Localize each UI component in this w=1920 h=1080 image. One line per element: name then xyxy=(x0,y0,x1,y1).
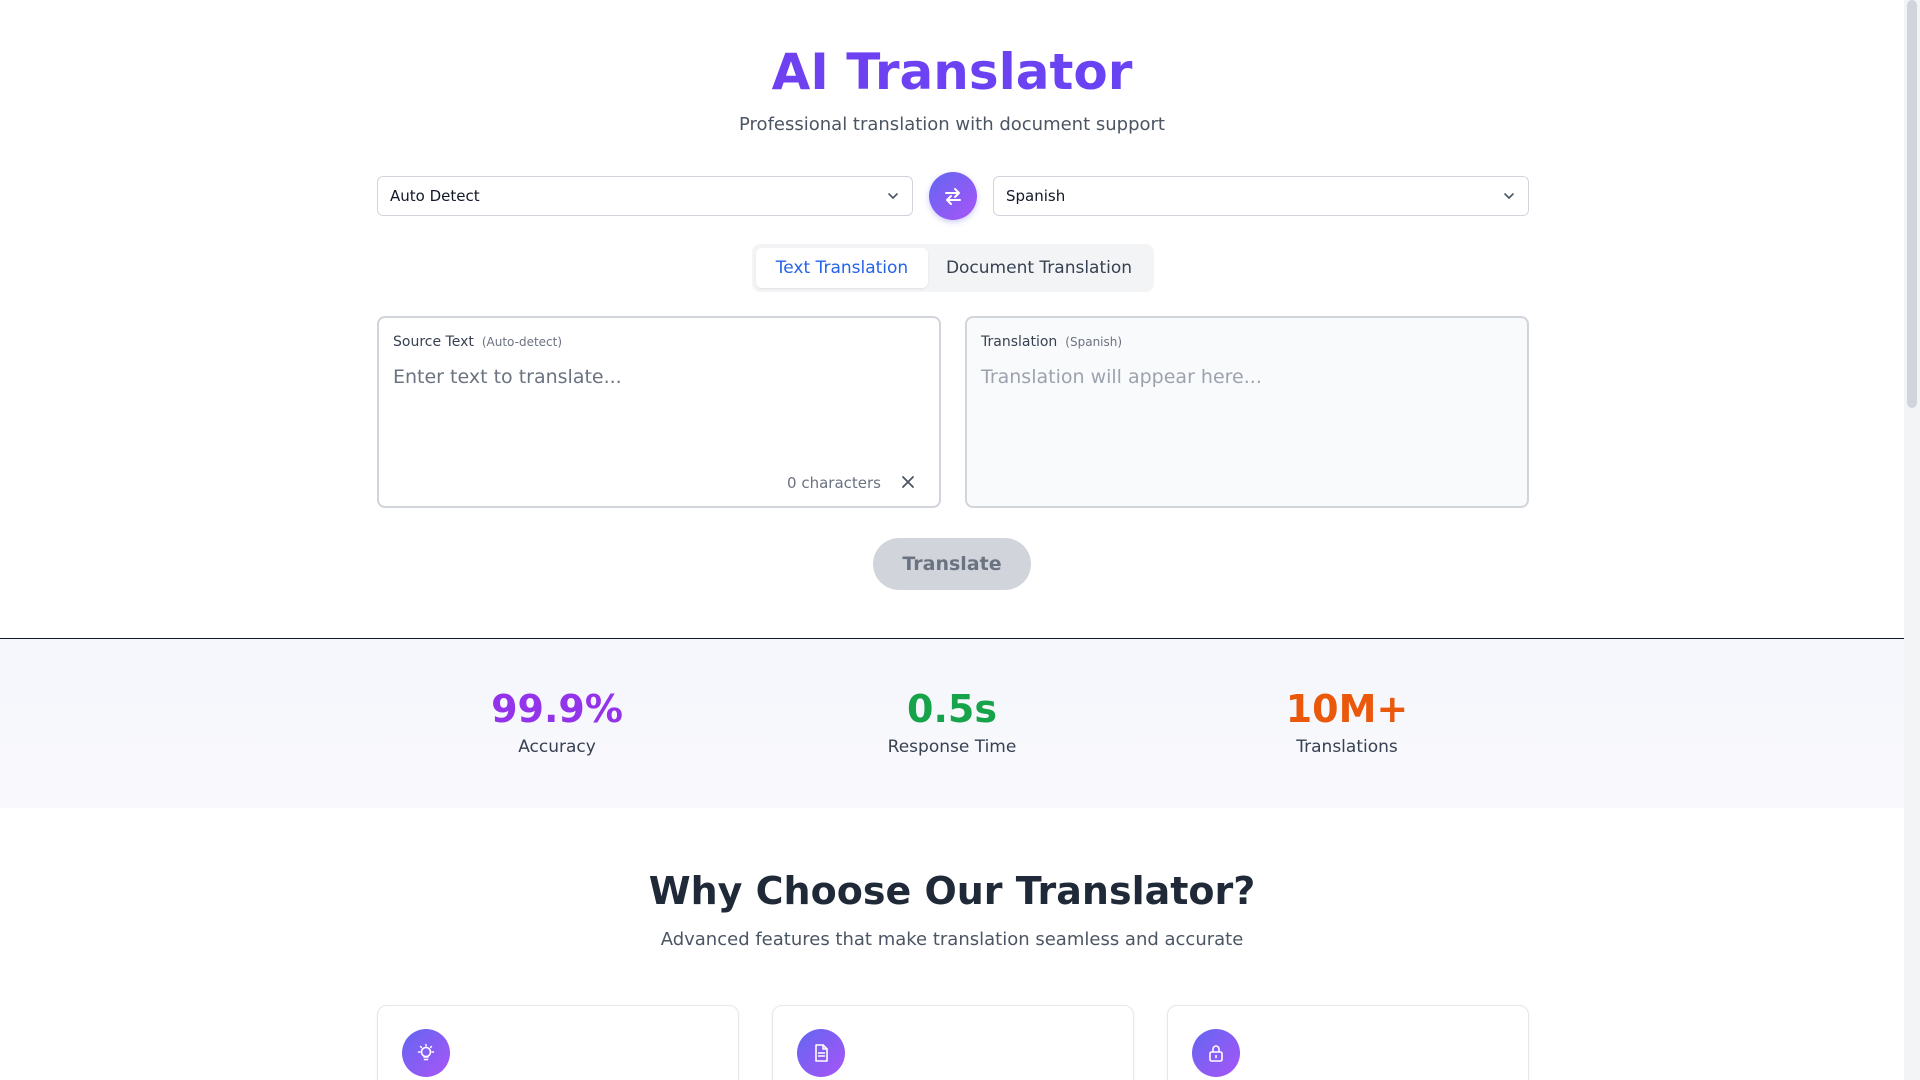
clear-text-icon[interactable] xyxy=(899,473,917,491)
character-count: 0 characters xyxy=(787,474,881,492)
vertical-scrollbar[interactable] xyxy=(1904,0,1920,1080)
target-language-select[interactable]: Spanish xyxy=(993,176,1529,216)
translation-label-text: Translation xyxy=(981,334,1058,350)
tab-text-translation[interactable]: Text Translation xyxy=(756,248,928,288)
stat-value: 99.9% xyxy=(491,687,623,731)
stat-value: 10M+ xyxy=(1285,687,1409,731)
feature-card xyxy=(1167,1005,1529,1080)
features-title: Why Choose Our Translator? xyxy=(648,869,1256,913)
translation-output: Translation will appear here... xyxy=(981,366,1262,388)
source-text-panel: Source Text (Auto-detect) 0 characters xyxy=(377,316,941,508)
source-label-detect: (Auto-detect) xyxy=(481,335,563,349)
lock-icon xyxy=(1192,1029,1240,1077)
target-language-value: Spanish xyxy=(1006,187,1066,205)
feature-card xyxy=(772,1005,1134,1080)
lightbulb-icon xyxy=(402,1029,450,1077)
chevron-down-icon xyxy=(1504,193,1514,199)
app-subtitle: Professional translation with document s… xyxy=(739,114,1165,135)
source-label-text: Source Text xyxy=(393,334,474,350)
source-text-label: Source Text (Auto-detect) xyxy=(393,334,562,350)
mode-tabs: Text Translation Document Translation xyxy=(752,244,1154,292)
swap-languages-button[interactable] xyxy=(929,172,977,220)
stat-value: 0.5s xyxy=(907,687,997,731)
chevron-down-icon xyxy=(888,193,898,199)
translation-label: Translation (Spanish) xyxy=(981,334,1122,350)
translate-button[interactable]: Translate xyxy=(873,538,1031,590)
tab-document-translation[interactable]: Document Translation xyxy=(928,248,1150,288)
source-text-input[interactable] xyxy=(393,366,923,446)
document-icon xyxy=(797,1029,845,1077)
feature-card xyxy=(377,1005,739,1080)
swap-arrows-icon xyxy=(945,188,961,205)
stat-label: Accuracy xyxy=(518,737,596,757)
page: AI Translator Professional translation w… xyxy=(0,0,1904,1080)
scrollbar-thumb[interactable] xyxy=(1907,0,1917,408)
source-language-select[interactable]: Auto Detect xyxy=(377,176,913,216)
stat-response-time: 0.5s Response Time xyxy=(772,685,1132,757)
translation-panel: Translation (Spanish) Translation will a… xyxy=(965,316,1529,508)
app-title: AI Translator xyxy=(0,40,1904,104)
source-language-value: Auto Detect xyxy=(390,187,480,205)
language-selector-row: Auto Detect Spanish xyxy=(377,172,1529,220)
stat-translations: 10M+ Translations xyxy=(1167,685,1527,757)
stats-section: 99.9% Accuracy 0.5s Response Time 10M+ T… xyxy=(0,638,1904,808)
features-subtitle: Advanced features that make translation … xyxy=(660,929,1244,950)
translation-label-language: (Spanish) xyxy=(1065,335,1123,349)
stat-label: Response Time xyxy=(887,737,1017,757)
stat-label: Translations xyxy=(1296,737,1398,757)
stat-accuracy: 99.9% Accuracy xyxy=(377,685,737,757)
